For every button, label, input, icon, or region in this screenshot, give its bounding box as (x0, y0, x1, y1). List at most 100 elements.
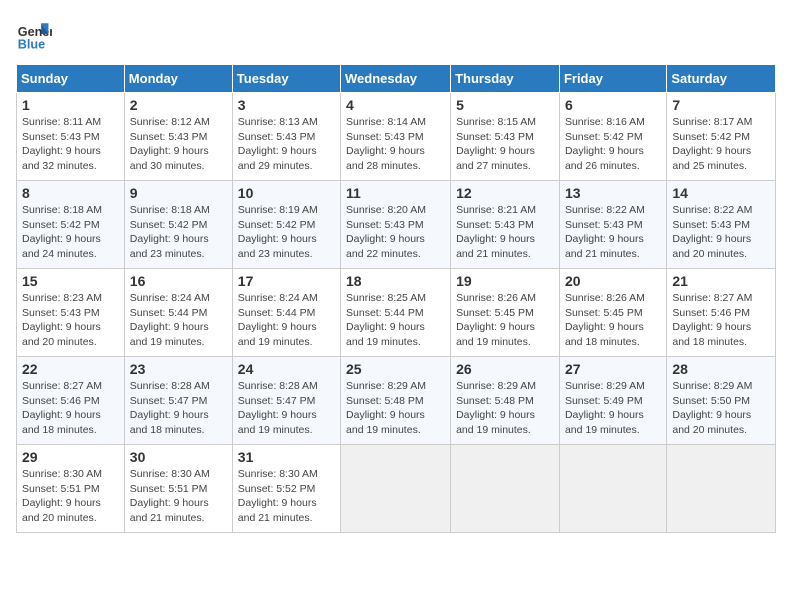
day-number: 30 (130, 449, 227, 465)
calendar-week-1: 1 Sunrise: 8:11 AM Sunset: 5:43 PM Daylig… (17, 93, 776, 181)
day-info: Sunrise: 8:29 AM Sunset: 5:49 PM Dayligh… (565, 379, 661, 438)
day-info: Sunrise: 8:28 AM Sunset: 5:47 PM Dayligh… (238, 379, 335, 438)
day-number: 17 (238, 273, 335, 289)
day-info: Sunrise: 8:22 AM Sunset: 5:43 PM Dayligh… (565, 203, 661, 262)
table-row: 11 Sunrise: 8:20 AM Sunset: 5:43 PM Dayli… (341, 181, 451, 269)
day-number: 6 (565, 97, 661, 113)
day-number: 18 (346, 273, 445, 289)
day-number: 13 (565, 185, 661, 201)
table-row (451, 445, 560, 533)
day-info: Sunrise: 8:17 AM Sunset: 5:42 PM Dayligh… (672, 115, 770, 174)
day-number: 25 (346, 361, 445, 377)
day-number: 3 (238, 97, 335, 113)
table-row: 6Sunrise: 8:16 AM Sunset: 5:42 PM Daylig… (559, 93, 666, 181)
day-info: Sunrise: 8:30 AM Sunset: 5:51 PM Dayligh… (130, 467, 227, 526)
day-number: 27 (565, 361, 661, 377)
day-info: Sunrise: 8:21 AM Sunset: 5:43 PM Dayligh… (456, 203, 554, 262)
day-info: Sunrise: 8:26 AM Sunset: 5:45 PM Dayligh… (456, 291, 554, 350)
day-number: 7 (672, 97, 770, 113)
table-row: 27 Sunrise: 8:29 AM Sunset: 5:49 PM Dayli… (559, 357, 666, 445)
day-info: Sunrise: 8:20 AM Sunset: 5:43 PM Dayligh… (346, 203, 445, 262)
table-row: 1 Sunrise: 8:11 AM Sunset: 5:43 PM Daylig… (17, 93, 125, 181)
day-number: 16 (130, 273, 227, 289)
day-info: Sunrise: 8:19 AM Sunset: 5:42 PM Dayligh… (238, 203, 335, 262)
day-number: 9 (130, 185, 227, 201)
day-number: 1 (22, 97, 119, 113)
day-info: Sunrise: 8:23 AM Sunset: 5:43 PM Dayligh… (22, 291, 119, 350)
calendar-week-4: 22 Sunrise: 8:27 AM Sunset: 5:46 PM Dayli… (17, 357, 776, 445)
table-row (667, 445, 776, 533)
table-row: 18Sunrise: 8:25 AM Sunset: 5:44 PM Dayli… (341, 269, 451, 357)
day-header-tuesday: Tuesday (232, 65, 340, 93)
table-row: 25 Sunrise: 8:29 AM Sunset: 5:48 PM Dayli… (341, 357, 451, 445)
day-info: Sunrise: 8:29 AM Sunset: 5:50 PM Dayligh… (672, 379, 770, 438)
table-row: 8 Sunrise: 8:18 AM Sunset: 5:42 PM Daylig… (17, 181, 125, 269)
day-info: Sunrise: 8:11 AM Sunset: 5:43 PM Dayligh… (22, 115, 119, 174)
table-row: 14 Sunrise: 8:22 AM Sunset: 5:43 PM Dayli… (667, 181, 776, 269)
day-header-friday: Friday (559, 65, 666, 93)
day-info: Sunrise: 8:30 AM Sunset: 5:51 PM Dayligh… (22, 467, 119, 526)
day-info: Sunrise: 8:22 AM Sunset: 5:43 PM Dayligh… (672, 203, 770, 262)
table-row: 15 Sunrise: 8:23 AM Sunset: 5:43 PM Dayli… (17, 269, 125, 357)
table-row: 22 Sunrise: 8:27 AM Sunset: 5:46 PM Dayli… (17, 357, 125, 445)
day-number: 15 (22, 273, 119, 289)
day-header-thursday: Thursday (451, 65, 560, 93)
table-row: 24 Sunrise: 8:28 AM Sunset: 5:47 PM Dayli… (232, 357, 340, 445)
table-row: 29 Sunrise: 8:30 AM Sunset: 5:51 PM Dayli… (17, 445, 125, 533)
day-number: 8 (22, 185, 119, 201)
day-info: Sunrise: 8:15 AM Sunset: 5:43 PM Dayligh… (456, 115, 554, 174)
table-row: 9 Sunrise: 8:18 AM Sunset: 5:42 PM Daylig… (124, 181, 232, 269)
calendar-week-3: 15 Sunrise: 8:23 AM Sunset: 5:43 PM Dayli… (17, 269, 776, 357)
table-row: 30 Sunrise: 8:30 AM Sunset: 5:51 PM Dayli… (124, 445, 232, 533)
day-header-sunday: Sunday (17, 65, 125, 93)
table-row: 20 Sunrise: 8:26 AM Sunset: 5:45 PM Dayli… (559, 269, 666, 357)
day-info: Sunrise: 8:13 AM Sunset: 5:43 PM Dayligh… (238, 115, 335, 174)
day-info: Sunrise: 8:26 AM Sunset: 5:45 PM Dayligh… (565, 291, 661, 350)
day-number: 2 (130, 97, 227, 113)
day-info: Sunrise: 8:27 AM Sunset: 5:46 PM Dayligh… (22, 379, 119, 438)
table-row: 19Sunrise: 8:26 AM Sunset: 5:45 PM Dayli… (451, 269, 560, 357)
day-number: 4 (346, 97, 445, 113)
day-number: 10 (238, 185, 335, 201)
day-header-wednesday: Wednesday (341, 65, 451, 93)
day-number: 5 (456, 97, 554, 113)
logo: General Blue (16, 16, 56, 52)
svg-text:Blue: Blue (18, 37, 45, 51)
day-header-saturday: Saturday (667, 65, 776, 93)
day-info: Sunrise: 8:18 AM Sunset: 5:42 PM Dayligh… (22, 203, 119, 262)
table-row: 2 Sunrise: 8:12 AM Sunset: 5:43 PM Daylig… (124, 93, 232, 181)
calendar-week-2: 8 Sunrise: 8:18 AM Sunset: 5:42 PM Daylig… (17, 181, 776, 269)
day-info: Sunrise: 8:28 AM Sunset: 5:47 PM Dayligh… (130, 379, 227, 438)
day-number: 21 (672, 273, 770, 289)
table-row: 16 Sunrise: 8:24 AM Sunset: 5:44 PM Dayli… (124, 269, 232, 357)
day-info: Sunrise: 8:14 AM Sunset: 5:43 PM Dayligh… (346, 115, 445, 174)
day-number: 22 (22, 361, 119, 377)
table-row: 4 Sunrise: 8:14 AM Sunset: 5:43 PM Daylig… (341, 93, 451, 181)
day-number: 29 (22, 449, 119, 465)
day-info: Sunrise: 8:12 AM Sunset: 5:43 PM Dayligh… (130, 115, 227, 174)
day-info: Sunrise: 8:30 AM Sunset: 5:52 PM Dayligh… (238, 467, 335, 526)
page-header: General Blue (16, 16, 776, 52)
day-number: 14 (672, 185, 770, 201)
day-number: 24 (238, 361, 335, 377)
table-row: 3 Sunrise: 8:13 AM Sunset: 5:43 PM Daylig… (232, 93, 340, 181)
table-row (559, 445, 666, 533)
table-row: 10 Sunrise: 8:19 AM Sunset: 5:42 PM Dayli… (232, 181, 340, 269)
table-row: 7 Sunrise: 8:17 AM Sunset: 5:42 PM Daylig… (667, 93, 776, 181)
day-number: 28 (672, 361, 770, 377)
table-row: 17Sunrise: 8:24 AM Sunset: 5:44 PM Dayli… (232, 269, 340, 357)
day-info: Sunrise: 8:29 AM Sunset: 5:48 PM Dayligh… (456, 379, 554, 438)
day-number: 11 (346, 185, 445, 201)
table-row: 21Sunrise: 8:27 AM Sunset: 5:46 PM Dayli… (667, 269, 776, 357)
table-row: 13 Sunrise: 8:22 AM Sunset: 5:43 PM Dayli… (559, 181, 666, 269)
table-row: 26Sunrise: 8:29 AM Sunset: 5:48 PM Dayli… (451, 357, 560, 445)
table-row: 28 Sunrise: 8:29 AM Sunset: 5:50 PM Dayli… (667, 357, 776, 445)
day-number: 31 (238, 449, 335, 465)
day-info: Sunrise: 8:24 AM Sunset: 5:44 PM Dayligh… (130, 291, 227, 350)
table-row: 23Sunrise: 8:28 AM Sunset: 5:47 PM Dayli… (124, 357, 232, 445)
calendar-week-5: 29 Sunrise: 8:30 AM Sunset: 5:51 PM Dayli… (17, 445, 776, 533)
table-row: 31 Sunrise: 8:30 AM Sunset: 5:52 PM Dayli… (232, 445, 340, 533)
day-info: Sunrise: 8:29 AM Sunset: 5:48 PM Dayligh… (346, 379, 445, 438)
day-info: Sunrise: 8:18 AM Sunset: 5:42 PM Dayligh… (130, 203, 227, 262)
day-number: 20 (565, 273, 661, 289)
